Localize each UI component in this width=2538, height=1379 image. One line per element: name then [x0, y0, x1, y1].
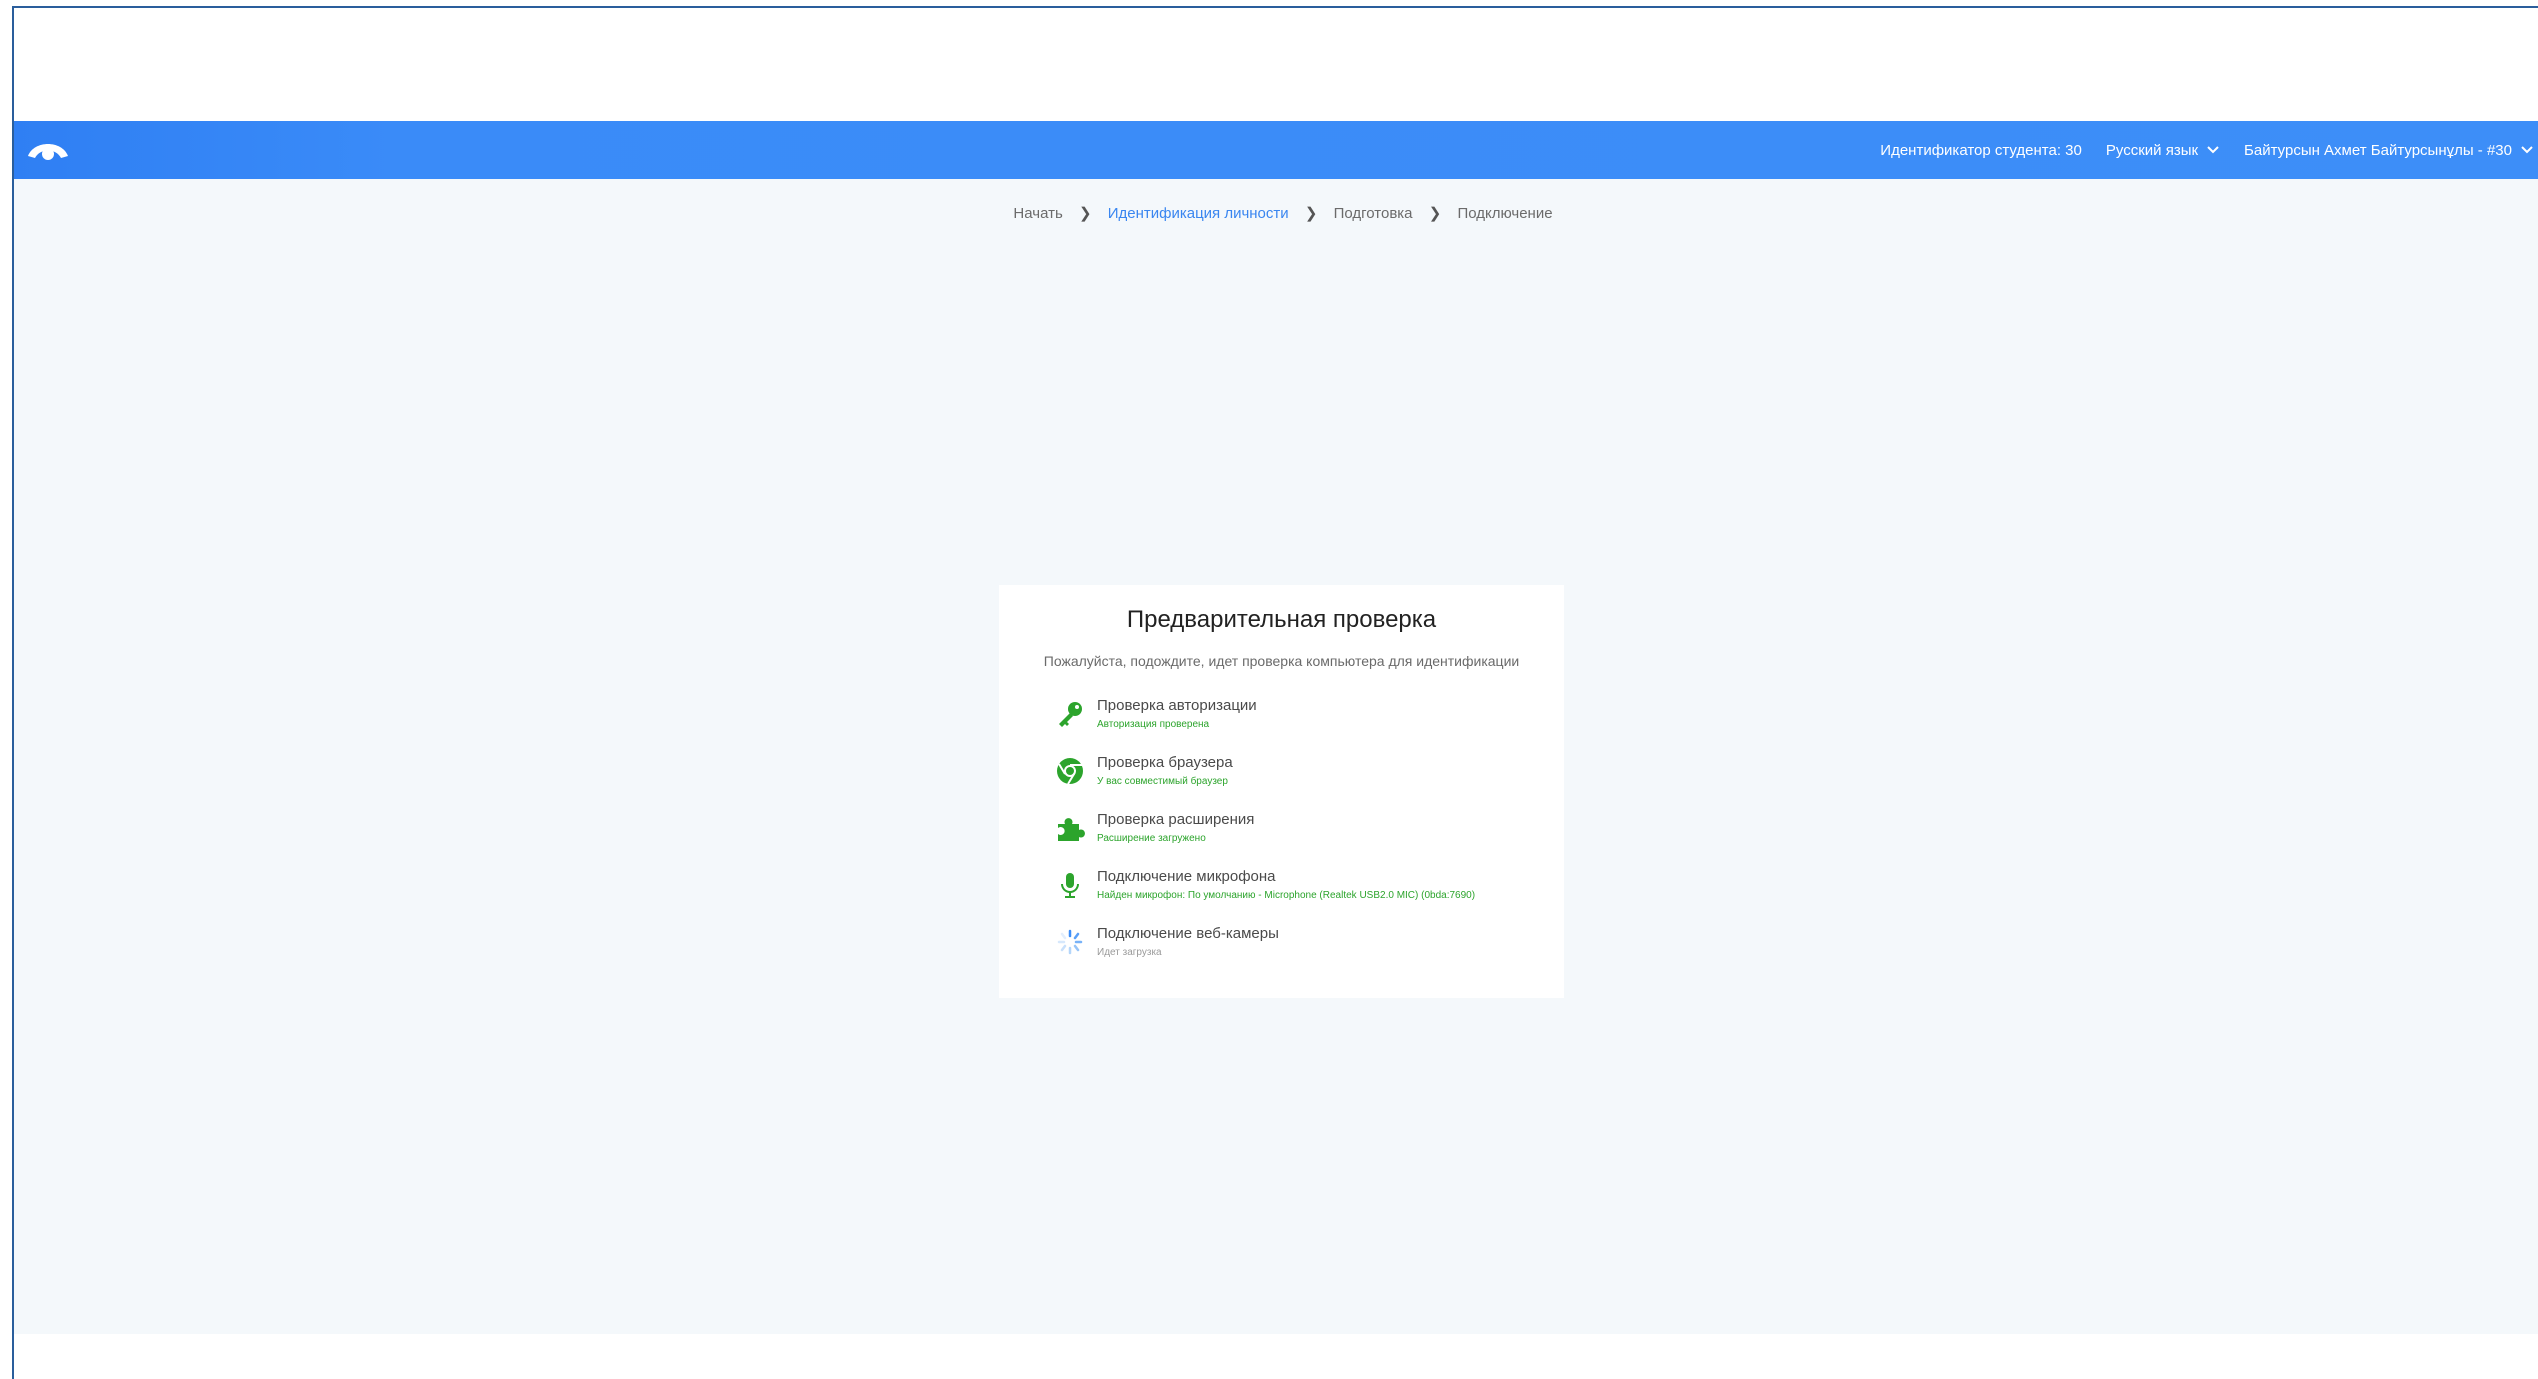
breadcrumb-separator-icon: ❯ — [1428, 205, 1442, 223]
check-microphone: Подключение микрофона Найден микрофон: П… — [1055, 868, 1564, 925]
breadcrumb: Начать ❯ Идентификация личности ❯ Подгот… — [14, 204, 2538, 223]
check-status: Расширение загружено — [1097, 833, 1206, 844]
breadcrumb-separator-icon: ❯ — [1304, 205, 1318, 223]
breadcrumb-item-connection: Подключение — [1457, 204, 1553, 222]
card-subtitle: Пожалуйста, подождите, идет проверка ком… — [1043, 653, 1520, 669]
breadcrumb-item-start: Начать — [1013, 204, 1063, 222]
chrome-icon — [1057, 758, 1083, 785]
chevron-down-icon — [2521, 146, 2533, 154]
main-content: Начать ❯ Идентификация личности ❯ Подгот… — [14, 179, 2538, 1334]
language-dropdown[interactable]: Русский язык — [2106, 142, 2220, 159]
top-navbar: Идентификатор студента: 30 Русский язык … — [14, 121, 2538, 179]
check-browser: Проверка браузера У вас совместимый брау… — [1055, 754, 1564, 811]
check-title: Проверка браузера — [1097, 754, 1233, 771]
user-dropdown[interactable]: Байтурсын Ахмет Байтурсынұлы - #30 — [2244, 142, 2534, 159]
header-user-area: Идентификатор студента: 30 Русский язык … — [1880, 121, 2538, 179]
check-status: У вас совместимый браузер — [1097, 776, 1228, 787]
check-webcam: Подключение веб-камеры Идет загрузка — [1055, 925, 1564, 982]
language-label: Русский язык — [2105, 141, 2199, 159]
check-status: Идет загрузка — [1097, 947, 1162, 958]
spinner-icon — [1057, 929, 1083, 955]
microphone-icon — [1061, 873, 1079, 898]
precheck-card: Предварительная проверка Пожалуйста, под… — [999, 585, 1564, 998]
browser-frame: Идентификатор студента: 30 Русский язык … — [12, 6, 2538, 1379]
check-title: Проверка расширения — [1097, 811, 1255, 828]
check-title: Подключение микрофона — [1097, 868, 1276, 885]
breadcrumb-separator-icon: ❯ — [1078, 205, 1092, 223]
check-status: Авторизация проверена — [1097, 719, 1210, 730]
check-title: Проверка авторизации — [1097, 697, 1257, 714]
eye-logo-icon[interactable] — [26, 134, 70, 166]
puzzle-icon — [1058, 818, 1085, 841]
check-extension: Проверка расширения Расширение загружено — [1055, 811, 1564, 868]
breadcrumb-item-identification: Идентификация личности — [1107, 204, 1289, 222]
breadcrumb-item-preparation: Подготовка — [1333, 204, 1413, 222]
card-title: Предварительная проверка — [1126, 606, 1437, 633]
check-authorization: Проверка авторизации Авторизация провере… — [1055, 697, 1564, 754]
key-icon — [1059, 702, 1082, 727]
check-title: Подключение веб-камеры — [1097, 925, 1279, 942]
check-status: Найден микрофон: По умолчанию - Micropho… — [1097, 890, 1476, 901]
user-name-label: Байтурсын Ахмет Байтурсынұлы - #30 — [2244, 141, 2512, 159]
chevron-down-icon — [2207, 146, 2219, 154]
student-id-text: Идентификатор студента: 30 — [1880, 141, 2082, 159]
check-list: Проверка авторизации Авторизация провере… — [1055, 697, 1564, 982]
student-id-label: Идентификатор студента: 30 — [1880, 142, 2082, 159]
